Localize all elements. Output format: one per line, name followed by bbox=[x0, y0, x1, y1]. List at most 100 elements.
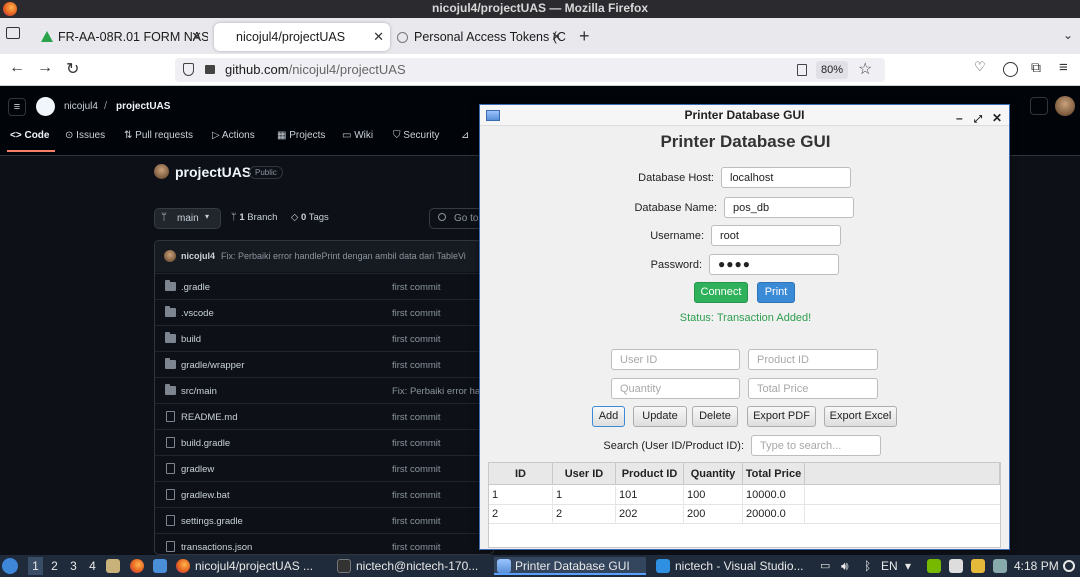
file-commit-message[interactable]: Fix: Perbaiki error ha bbox=[392, 386, 480, 397]
column-header[interactable]: ID bbox=[489, 463, 553, 485]
menu-icon[interactable]: ≡ bbox=[1059, 59, 1068, 76]
maximize-icon[interactable]: ⤢ bbox=[974, 109, 982, 130]
tab-pull-requests[interactable]: ⇅ Pull requests bbox=[124, 130, 193, 141]
file-commit-message[interactable]: first commit bbox=[392, 490, 441, 501]
owner-link[interactable]: nicojul4 bbox=[64, 101, 98, 112]
bluetooth-icon[interactable]: ᛒ bbox=[864, 557, 871, 575]
file-row[interactable]: src/main Fix: Perbaiki error ha bbox=[155, 377, 493, 403]
close-icon[interactable]: ✕ bbox=[992, 108, 1002, 129]
tab-form-nas[interactable]: FR-AA-08R.01 FORM NAS ✕ bbox=[36, 23, 208, 51]
branch-selector[interactable]: ᛘ main ▾ bbox=[154, 208, 221, 229]
delete-button[interactable]: Delete bbox=[692, 406, 738, 427]
dbname-field[interactable]: pos_db bbox=[724, 197, 854, 218]
file-name[interactable]: settings.gradle bbox=[181, 516, 243, 527]
file-name[interactable]: .vscode bbox=[181, 308, 214, 319]
repo-title[interactable]: projectUAS bbox=[175, 164, 251, 180]
close-tab-icon[interactable]: ✕ bbox=[191, 23, 202, 51]
total-price-input[interactable]: Total Price bbox=[748, 378, 878, 399]
search-input[interactable]: Type to search... bbox=[751, 435, 881, 456]
commit-message[interactable]: Fix: Perbaiki error handlePrint dengan a… bbox=[221, 251, 466, 261]
print-button[interactable]: Print bbox=[757, 282, 795, 303]
host-field[interactable]: localhost bbox=[721, 167, 851, 188]
export-excel-button[interactable]: Export Excel bbox=[824, 406, 897, 427]
firefox-icon[interactable] bbox=[130, 559, 144, 573]
taskbar-printer-gui[interactable]: Printer Database GUI bbox=[494, 557, 646, 575]
file-name[interactable]: .gradle bbox=[181, 282, 210, 293]
tab-security[interactable]: ⛉ Security bbox=[393, 130, 439, 141]
clipboard-icon[interactable] bbox=[949, 559, 963, 573]
file-name[interactable]: README.md bbox=[181, 412, 237, 423]
file-commit-message[interactable]: first commit bbox=[392, 438, 441, 449]
back-icon[interactable]: ← bbox=[9, 59, 25, 77]
chat-icon[interactable] bbox=[153, 559, 167, 573]
workspace-2[interactable]: 2 bbox=[47, 557, 62, 575]
file-row[interactable]: build first commit bbox=[155, 325, 493, 351]
file-manager-icon[interactable] bbox=[106, 559, 120, 573]
transactions-table[interactable]: ID User ID Product ID Quantity Total Price 1 1… bbox=[488, 462, 1001, 548]
quantity-input[interactable]: Quantity bbox=[611, 378, 740, 399]
taskbar-terminal[interactable]: nictech@nictech-170... bbox=[337, 557, 487, 575]
reader-view-icon[interactable] bbox=[797, 64, 807, 76]
file-row[interactable]: gradlew first commit bbox=[155, 455, 493, 481]
tab-list-icon[interactable] bbox=[6, 27, 20, 39]
user-id-input[interactable]: User ID bbox=[611, 349, 740, 370]
inbox-icon[interactable] bbox=[1030, 97, 1048, 115]
table-row[interactable]: 2 2 202 200 20000.0 bbox=[489, 505, 1000, 524]
file-commit-message[interactable]: first commit bbox=[392, 464, 441, 475]
network-icon[interactable] bbox=[993, 559, 1007, 573]
workspace-4[interactable]: 4 bbox=[85, 557, 100, 575]
tab-projects[interactable]: ▦ Projects bbox=[277, 130, 325, 141]
tags-link[interactable]: ◇ 0 Tags bbox=[291, 212, 329, 223]
file-commit-message[interactable]: first commit bbox=[392, 516, 441, 527]
tab-wiki[interactable]: ▭ Wiki bbox=[342, 130, 373, 141]
file-commit-message[interactable]: first commit bbox=[392, 542, 441, 553]
url-text[interactable]: github.com/nicojul4/projectUAS bbox=[225, 62, 406, 77]
hamburger-icon[interactable]: ≡ bbox=[8, 98, 26, 116]
username-field[interactable]: root bbox=[711, 225, 841, 246]
reload-icon[interactable]: ↻ bbox=[66, 59, 79, 79]
nvidia-icon[interactable] bbox=[927, 559, 941, 573]
github-logo-icon[interactable] bbox=[36, 97, 55, 116]
power-icon[interactable] bbox=[1063, 560, 1075, 572]
url-bar[interactable]: github.com/nicojul4/projectUAS 80% ☆ bbox=[175, 58, 885, 82]
new-tab-icon[interactable]: + bbox=[579, 26, 590, 47]
close-tab-icon[interactable]: ✕ bbox=[551, 23, 562, 51]
avatar[interactable] bbox=[1055, 96, 1075, 116]
file-row[interactable]: .gradle first commit bbox=[155, 273, 493, 299]
commit-author[interactable]: nicojul4 bbox=[181, 251, 215, 261]
file-commit-message[interactable]: first commit bbox=[392, 334, 441, 345]
tab-code[interactable]: <> Code bbox=[10, 130, 49, 141]
tab-overflow-chevron-down-icon[interactable]: ⌄ bbox=[1063, 28, 1073, 42]
tab-personal-access-tokens[interactable]: Personal Access Tokens (C ✕ bbox=[392, 23, 568, 51]
close-tab-icon[interactable]: ✕ bbox=[373, 23, 384, 51]
update-button[interactable]: Update bbox=[633, 406, 687, 427]
column-header[interactable]: Product ID bbox=[616, 463, 684, 485]
updates-icon[interactable] bbox=[971, 559, 985, 573]
battery-icon[interactable]: ▭ bbox=[820, 557, 830, 575]
file-row[interactable]: settings.gradle first commit bbox=[155, 507, 493, 533]
volume-icon[interactable]: 🔊︎ bbox=[841, 557, 849, 575]
file-name[interactable]: src/main bbox=[181, 386, 217, 397]
column-header[interactable]: Total Price bbox=[743, 463, 805, 485]
pocket-icon[interactable]: ♡ bbox=[974, 59, 986, 75]
branches-link[interactable]: ᛘ 1 Branch bbox=[231, 212, 277, 223]
file-commit-message[interactable]: first commit bbox=[392, 360, 441, 371]
file-name[interactable]: transactions.json bbox=[181, 542, 252, 553]
column-header[interactable]: Quantity bbox=[684, 463, 743, 485]
extensions-icon[interactable]: ⧉ bbox=[1031, 59, 1041, 76]
clock[interactable]: 4:18 PM bbox=[1014, 557, 1059, 575]
keyboard-layout[interactable]: EN bbox=[881, 557, 898, 575]
product-id-input[interactable]: Product ID bbox=[748, 349, 878, 370]
file-commit-message[interactable]: first commit bbox=[392, 308, 441, 319]
workspace-3[interactable]: 3 bbox=[66, 557, 81, 575]
file-name[interactable]: build.gradle bbox=[181, 438, 230, 449]
export-pdf-button[interactable]: Export PDF bbox=[747, 406, 816, 427]
start-menu-icon[interactable] bbox=[2, 558, 18, 574]
shield-icon[interactable] bbox=[183, 63, 194, 76]
file-name[interactable]: gradlew bbox=[181, 464, 214, 475]
tab-actions[interactable]: ▷ Actions bbox=[212, 130, 255, 141]
lock-icon[interactable] bbox=[205, 65, 215, 74]
forward-icon[interactable]: → bbox=[37, 59, 53, 77]
password-field[interactable]: ●●●● bbox=[709, 254, 839, 275]
file-row[interactable]: transactions.json first commit bbox=[155, 533, 493, 554]
